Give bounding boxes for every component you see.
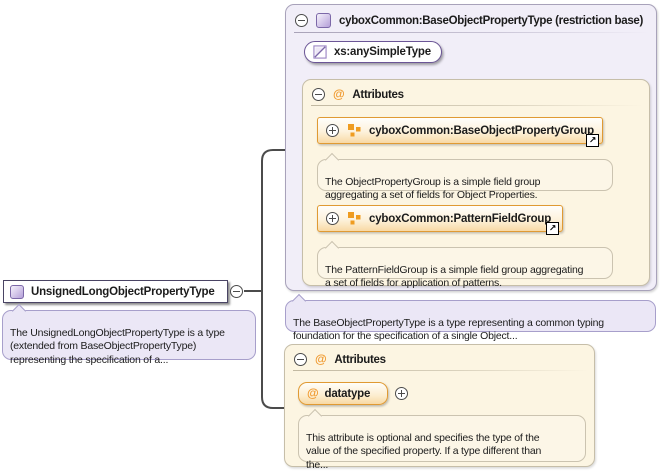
collapse-toggle[interactable]	[295, 14, 308, 27]
group-label: cyboxCommon:BaseObjectPropertyGroup	[369, 125, 594, 137]
base-type-header: cyboxCommon:BaseObjectPropertyType (rest…	[295, 13, 643, 28]
collapse-toggle[interactable]	[294, 353, 307, 366]
annotation-baseobjectpropertygroup: The ObjectPropertyGroup is a simple fiel…	[317, 159, 613, 191]
simple-type-icon	[313, 45, 327, 59]
header-separator	[293, 370, 588, 371]
attributes-section: @ Attributes cyboxCommon:BaseObjectPrope…	[302, 79, 650, 286]
attribute-at-icon: @	[333, 88, 344, 101]
attribute-label: datatype	[325, 388, 371, 400]
complex-type-icon	[10, 285, 24, 299]
node-label: UnsignedLongObjectPropertyType	[31, 286, 215, 298]
attribute-at-icon: @	[307, 387, 319, 400]
simple-type-label: xs:anySimpleType	[334, 46, 431, 58]
base-type-panel: cyboxCommon:BaseObjectPropertyType (rest…	[285, 4, 657, 291]
header-separator	[311, 105, 643, 106]
expand-toggle[interactable]	[395, 387, 408, 400]
complex-type-icon	[316, 13, 331, 28]
annotation-datatype: This attribute is optional and specifies…	[298, 415, 586, 462]
header-separator	[294, 32, 649, 33]
link-icon[interactable]: ↗	[586, 134, 599, 147]
attributes-header: @ Attributes	[312, 88, 404, 101]
group-node-baseobjectpropertygroup[interactable]: cyboxCommon:BaseObjectPropertyGroup ↗	[317, 117, 603, 144]
annotation-patternfieldgroup: The PatternFieldGroup is a simple field …	[317, 247, 613, 279]
collapse-toggle[interactable]	[312, 88, 325, 101]
attribute-group-icon	[347, 212, 361, 226]
group-label: cyboxCommon:PatternFieldGroup	[369, 213, 551, 225]
attributes-header: @ Attributes	[294, 353, 386, 366]
attribute-node-datatype[interactable]: @ datatype	[298, 382, 388, 405]
collapse-toggle[interactable]	[230, 285, 243, 298]
expand-toggle[interactable]	[326, 212, 339, 225]
group-node-patternfieldgroup[interactable]: cyboxCommon:PatternFieldGroup ↗	[317, 205, 563, 232]
expand-toggle[interactable]	[326, 124, 339, 137]
attributes-label: Attributes	[334, 354, 385, 366]
node-unsignedlongobjectpropertytype[interactable]: UnsignedLongObjectPropertyType	[3, 280, 228, 303]
base-type-title: cyboxCommon:BaseObjectPropertyType (rest…	[339, 15, 643, 27]
annotation-unsignedlong: The UnsignedLongObjectPropertyType is a …	[2, 310, 256, 360]
attributes-label: Attributes	[352, 89, 403, 101]
attribute-at-icon: @	[315, 353, 326, 366]
datatype-attributes-section: @ Attributes @ datatype This attribute i…	[284, 344, 595, 467]
attribute-group-icon	[347, 124, 361, 138]
schema-diagram-canvas: UnsignedLongObjectPropertyType The Unsig…	[0, 0, 663, 472]
annotation-basetype: The BaseObjectPropertyType is a type rep…	[285, 300, 656, 332]
link-icon[interactable]: ↗	[546, 222, 559, 235]
node-xs-anysimpletype[interactable]: xs:anySimpleType	[304, 41, 442, 63]
